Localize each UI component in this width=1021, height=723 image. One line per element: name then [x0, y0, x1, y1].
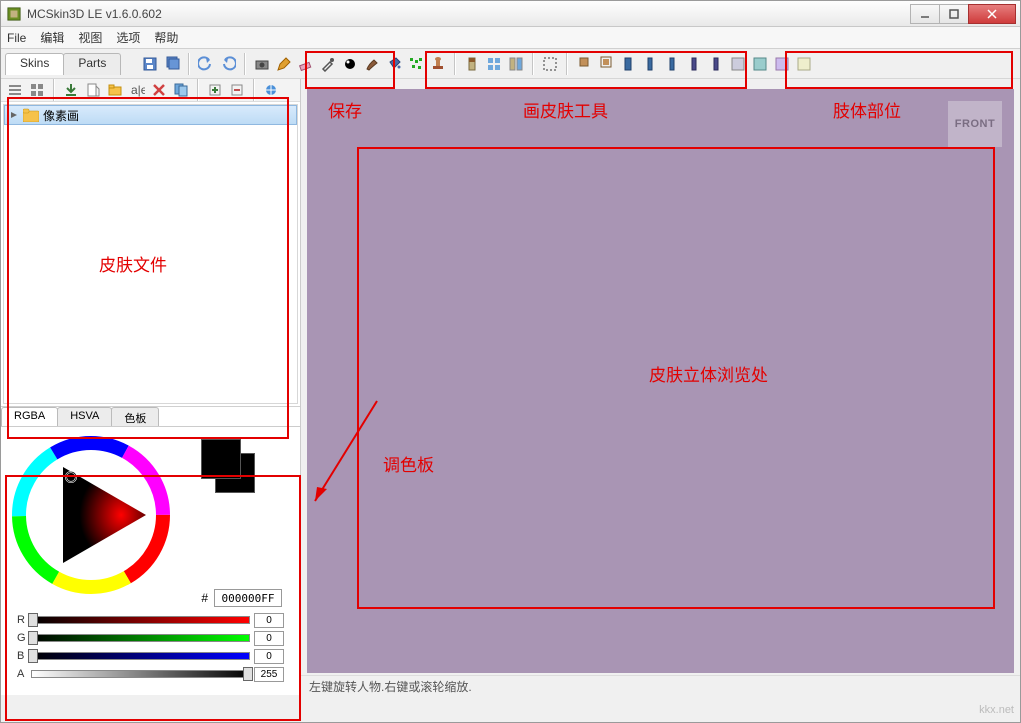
main-toolbar	[120, 53, 1020, 75]
color-tabs: RGBA HSVA 色板	[1, 407, 300, 427]
app-icon	[7, 7, 21, 21]
dodge-tool[interactable]	[340, 54, 360, 74]
minimize-button[interactable]	[910, 4, 940, 24]
tab-skins[interactable]: Skins	[5, 53, 64, 75]
menu-view[interactable]: 视图	[78, 29, 102, 46]
g-value[interactable]: 0	[254, 631, 284, 646]
part-left-leg-button[interactable]	[684, 54, 704, 74]
menu-help[interactable]: 帮助	[154, 29, 178, 46]
folder-icon	[23, 108, 39, 122]
part-right-arm-button[interactable]	[662, 54, 682, 74]
part-helmet-button[interactable]	[596, 54, 616, 74]
status-bar: 左键旋转人物.右键或滚轮缩放.	[301, 675, 1020, 695]
part-head-button[interactable]	[574, 54, 594, 74]
color-panel: RGBA HSVA 色板	[1, 406, 300, 695]
tree-view-list-button[interactable]	[5, 80, 25, 100]
part-body-button[interactable]	[618, 54, 638, 74]
part-right-leg-button[interactable]	[706, 54, 726, 74]
window-frame: MCSkin3D LE v1.6.0.602 File 编辑 视图 选项 帮助 …	[0, 0, 1021, 723]
tree-item-label: 像素画	[43, 107, 79, 124]
part-left-arm-button[interactable]	[640, 54, 660, 74]
tab-parts[interactable]: Parts	[63, 53, 121, 75]
left-tabs: Skins Parts	[5, 53, 120, 75]
stamp-tool[interactable]	[428, 54, 448, 74]
view-split-button[interactable]	[506, 54, 526, 74]
fg-swatch[interactable]	[201, 439, 241, 479]
r-value[interactable]: 0	[254, 613, 284, 628]
save-button[interactable]	[140, 54, 160, 74]
fg-bg-swatches[interactable]	[201, 439, 261, 499]
bucket-tool[interactable]	[384, 54, 404, 74]
screenshot-button[interactable]	[540, 54, 560, 74]
res-down-button[interactable]	[227, 80, 247, 100]
part-extra1-button[interactable]	[750, 54, 770, 74]
menu-options[interactable]: 选项	[116, 29, 140, 46]
titlebar: MCSkin3D LE v1.6.0.602	[1, 1, 1020, 27]
expand-icon[interactable]	[9, 110, 19, 120]
skin-tree[interactable]: 像素画	[3, 104, 298, 404]
a-value[interactable]: 255	[254, 667, 284, 682]
new-skin-button[interactable]	[83, 80, 103, 100]
save-all-button[interactable]	[162, 54, 182, 74]
hex-label: #	[201, 591, 208, 605]
tab-palette[interactable]: 色板	[111, 407, 159, 426]
new-folder-button[interactable]	[105, 80, 125, 100]
brush-tool[interactable]	[362, 54, 382, 74]
slider-b[interactable]: B 0	[17, 647, 284, 665]
color-wheel[interactable]	[11, 435, 171, 595]
delete-button[interactable]	[149, 80, 169, 100]
camera-tool[interactable]	[252, 54, 272, 74]
view-2d-button[interactable]	[484, 54, 504, 74]
hex-input[interactable]	[214, 589, 282, 607]
tab-rgba[interactable]: RGBA	[1, 407, 58, 426]
viewer-pane: FRONT 左键旋转人物.右键或滚轮缩放.	[301, 79, 1020, 695]
noise-tool[interactable]	[406, 54, 426, 74]
slider-a[interactable]: A 255	[17, 665, 284, 683]
pencil-tool[interactable]	[274, 54, 294, 74]
menubar: File 编辑 视图 选项 帮助	[1, 27, 1020, 49]
part-extra2-button[interactable]	[772, 54, 792, 74]
clone-button[interactable]	[171, 80, 191, 100]
viewer-3d-canvas[interactable]: FRONT	[307, 89, 1014, 673]
close-button[interactable]	[968, 4, 1016, 24]
b-value[interactable]: 0	[254, 649, 284, 664]
view-3d-button[interactable]	[462, 54, 482, 74]
slider-g[interactable]: G 0	[17, 629, 284, 647]
tree-view-icons-button[interactable]	[27, 80, 47, 100]
tree-item-1[interactable]: 像素画	[4, 105, 297, 125]
undo-button[interactable]	[196, 54, 216, 74]
slider-r[interactable]: R 0	[17, 611, 284, 629]
toolbar-row: Skins Parts	[1, 49, 1020, 79]
content-row: a|e 像素画 RGBA HSVA 色板	[1, 79, 1020, 695]
redo-button[interactable]	[218, 54, 238, 74]
window-title: MCSkin3D LE v1.6.0.602	[27, 7, 911, 21]
eraser-tool[interactable]	[296, 54, 316, 74]
svg-text:a|e: a|e	[131, 83, 145, 97]
tab-hsva[interactable]: HSVA	[57, 407, 112, 426]
part-extra3-button[interactable]	[794, 54, 814, 74]
tree-toolbar: a|e	[1, 79, 300, 102]
front-badge: FRONT	[948, 101, 1002, 147]
res-up-button[interactable]	[205, 80, 225, 100]
menu-file[interactable]: File	[7, 31, 26, 45]
fetch-button[interactable]	[261, 80, 281, 100]
rename-button[interactable]: a|e	[127, 80, 147, 100]
import-button[interactable]	[61, 80, 81, 100]
part-all-button[interactable]	[728, 54, 748, 74]
watermark: kkx.net	[979, 704, 1014, 716]
maximize-button[interactable]	[939, 4, 969, 24]
left-column: a|e 像素画 RGBA HSVA 色板	[1, 79, 301, 695]
menu-edit[interactable]: 编辑	[40, 29, 64, 46]
dropper-tool[interactable]	[318, 54, 338, 74]
